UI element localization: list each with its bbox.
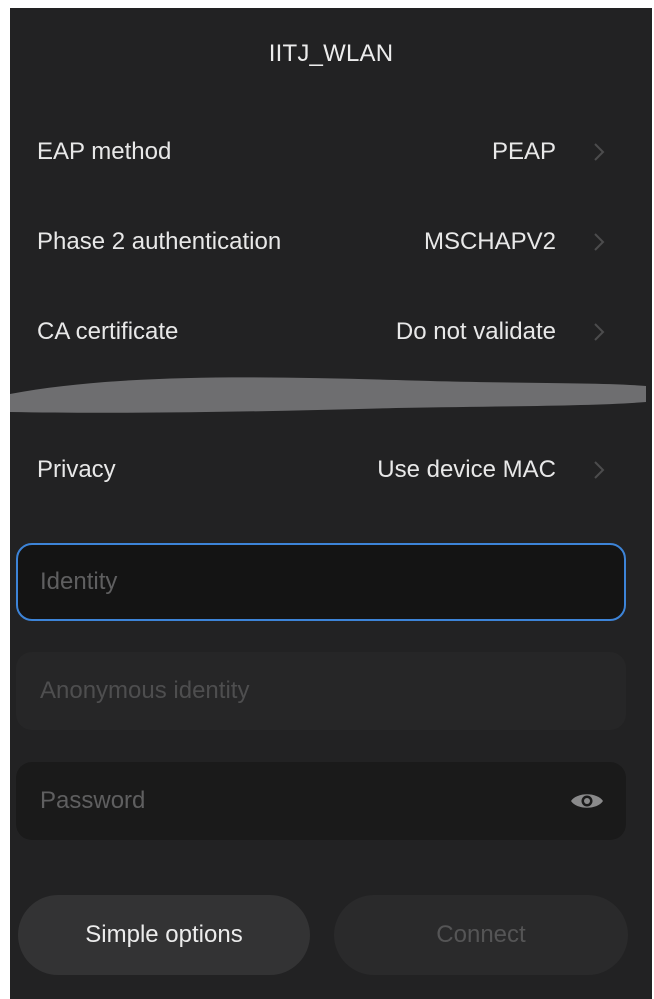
ca-certificate-label: CA certificate bbox=[37, 318, 179, 345]
phase2-auth-row[interactable]: Phase 2 authentication MSCHAPV2 bbox=[10, 212, 652, 272]
simple-options-button[interactable]: Simple options bbox=[18, 895, 310, 975]
chevron-right-icon bbox=[594, 233, 605, 251]
identity-field[interactable] bbox=[16, 543, 626, 621]
chevron-right-icon bbox=[594, 143, 605, 161]
ca-certificate-value: Do not validate bbox=[395, 318, 556, 345]
eye-icon[interactable] bbox=[569, 789, 605, 813]
phase2-auth-value: MSCHAPV2 bbox=[423, 228, 556, 255]
anonymous-identity-field[interactable] bbox=[16, 652, 626, 730]
ca-certificate-row[interactable]: CA certificate Do not validate bbox=[10, 302, 652, 362]
chevron-right-icon bbox=[594, 323, 605, 341]
eap-method-row[interactable]: EAP method PEAP bbox=[10, 122, 652, 182]
identity-input[interactable] bbox=[40, 545, 560, 619]
network-title: IITJ_WLAN bbox=[268, 40, 394, 67]
wifi-config-dialog: IITJ_WLAN EAP method PEAP Phase 2 authen… bbox=[10, 8, 652, 999]
connect-button[interactable]: Connect bbox=[334, 895, 628, 975]
privacy-value: Use device MAC bbox=[377, 456, 556, 483]
privacy-label: Privacy bbox=[37, 456, 116, 483]
password-input[interactable] bbox=[40, 762, 560, 840]
phase2-auth-label: Phase 2 authentication bbox=[37, 228, 282, 255]
redaction-scribble bbox=[10, 377, 646, 413]
eap-method-value: PEAP bbox=[491, 138, 556, 165]
password-field[interactable] bbox=[16, 762, 626, 840]
anonymous-identity-input[interactable] bbox=[40, 652, 560, 730]
privacy-row[interactable]: Privacy Use device MAC bbox=[10, 440, 652, 500]
chevron-right-icon bbox=[594, 461, 605, 479]
eap-method-label: EAP method bbox=[37, 138, 172, 165]
